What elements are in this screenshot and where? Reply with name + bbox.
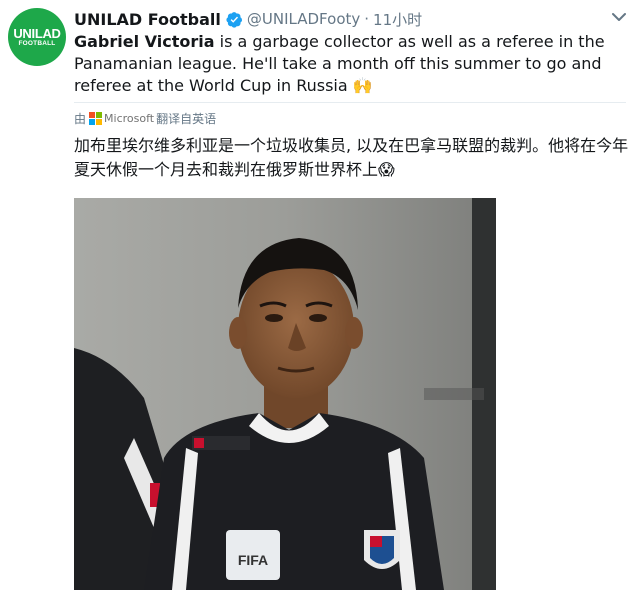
- raised-hands-emoji: 🙌: [352, 76, 373, 95]
- avatar[interactable]: UNILAD FOOTBALL: [8, 8, 66, 66]
- microsoft-logo-icon: [89, 112, 103, 125]
- fifa-badge-text: FIFA: [238, 552, 268, 568]
- verified-badge-icon: [226, 11, 242, 28]
- caret-down-icon[interactable]: [612, 12, 626, 22]
- referee-photo-illustration: FIFA: [74, 198, 496, 590]
- divider: [74, 102, 626, 103]
- translation-provider: Microsoft: [104, 112, 155, 125]
- avatar-line1: UNILAD: [13, 25, 61, 41]
- author-name[interactable]: UNILAD Football: [74, 10, 221, 29]
- separator-dot: ·: [364, 10, 370, 28]
- tweet-timestamp[interactable]: 11小时: [373, 9, 422, 30]
- tweet-photo[interactable]: FIFA: [74, 198, 496, 590]
- author-handle[interactable]: @UNILADFooty: [247, 10, 360, 28]
- scream-emoji: 😱: [378, 160, 395, 179]
- translation-link[interactable]: 翻译自英语: [156, 110, 216, 127]
- tweet-text: Gabriel Victoria is a garbage collector …: [74, 31, 626, 97]
- translation-prefix: 由: [74, 112, 87, 126]
- translated-text: 加布里埃尔维多利亚是一个垃圾收集员, 以及在巴拿马联盟的裁判。他将在今年夏天休假…: [74, 134, 634, 182]
- tweet-text-bold: Gabriel Victoria: [74, 32, 215, 51]
- tweet-header: UNILAD Football @UNILADFooty · 11小时: [74, 8, 422, 30]
- translation-attribution: 由 Microsoft 翻译自英语: [74, 110, 216, 127]
- translated-text-body: 加布里埃尔维多利亚是一个垃圾收集员, 以及在巴拿马联盟的裁判。他将在今年夏天休假…: [74, 136, 629, 179]
- avatar-line2: FOOTBALL: [18, 39, 56, 47]
